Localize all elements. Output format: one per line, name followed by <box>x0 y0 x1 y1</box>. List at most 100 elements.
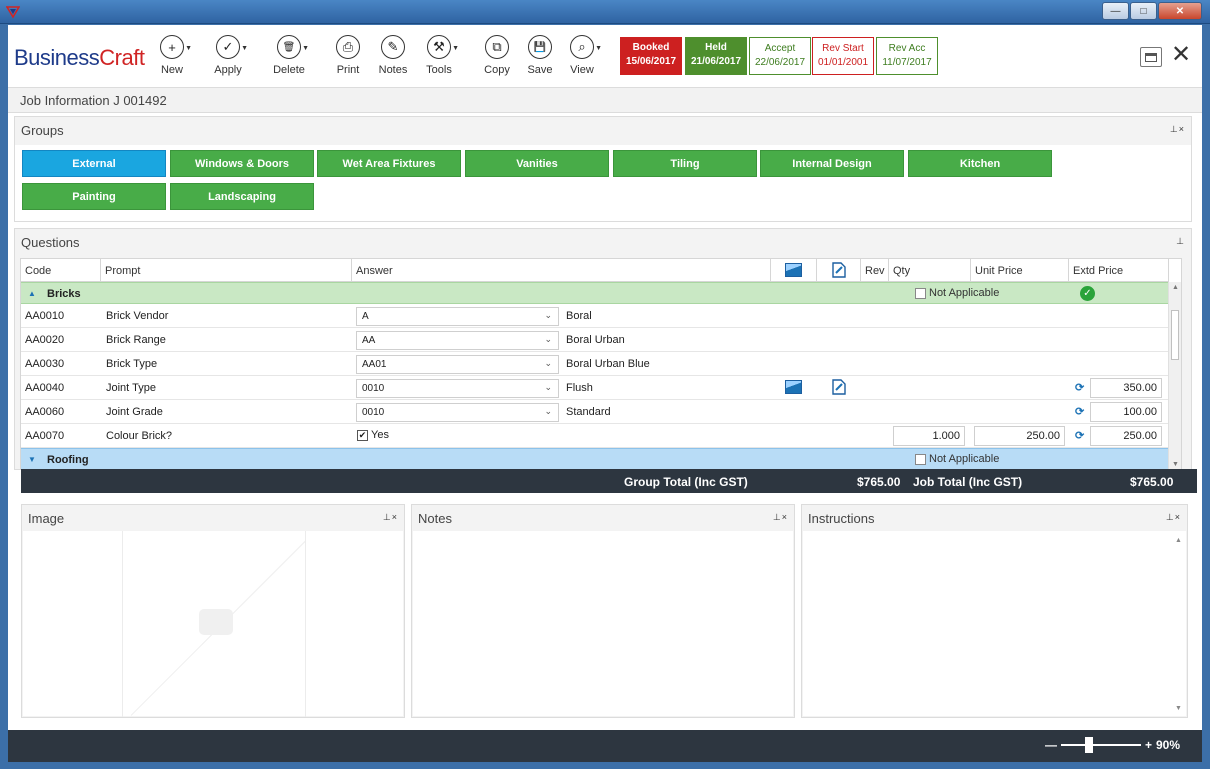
tools-button[interactable]: ⚒ ▼ Tools <box>417 35 461 76</box>
chevron-down-icon[interactable]: ▼ <box>452 45 459 52</box>
answer-select[interactable]: A ⌄ <box>356 307 559 326</box>
table-row[interactable]: AA0010 Brick Vendor A ⌄ Boral <box>21 304 1169 328</box>
instructions-panel-body: ▲ ▼ <box>803 531 1186 716</box>
unit-price-field[interactable]: 250.00 <box>974 426 1065 446</box>
status-booked[interactable]: Booked 15/06/2017 <box>620 37 682 75</box>
image-icon[interactable] <box>785 380 802 394</box>
checkbox[interactable] <box>915 453 926 465</box>
group-button-kitchen[interactable]: Kitchen <box>908 150 1052 177</box>
answer-select[interactable]: AA ⌄ <box>356 331 559 350</box>
calendar-view-button[interactable] <box>1140 47 1162 67</box>
minimize-button[interactable]: — <box>1102 2 1129 20</box>
app-logo-icon <box>6 6 20 19</box>
pin-icon[interactable]: ⊥ <box>1176 236 1185 247</box>
refresh-icon[interactable]: ⟳ <box>1075 381 1084 394</box>
answer-value: AA <box>362 335 376 346</box>
not-applicable-checkbox[interactable]: Not Applicable <box>915 287 999 299</box>
save-button[interactable]: 💾 Save <box>518 35 562 76</box>
copy-button[interactable]: ⧉ Copy <box>475 35 519 76</box>
delete-button[interactable]: 🗑 ▼ Delete <box>267 35 311 76</box>
apply-button[interactable]: ✓ ▼ Apply <box>206 35 250 76</box>
scroll-down-icon[interactable]: ▼ <box>1175 705 1182 712</box>
chevron-down-icon[interactable]: ▼ <box>595 45 602 52</box>
group-button-internal-design[interactable]: Internal Design <box>760 150 904 177</box>
status-accept[interactable]: Accept 22/06/2017 <box>749 37 811 75</box>
collapse-icon[interactable]: ▲ <box>28 289 36 298</box>
column-header-extd-price[interactable]: Extd Price <box>1069 259 1169 282</box>
not-applicable-checkbox[interactable]: Not Applicable <box>915 453 999 465</box>
scroll-up-icon[interactable]: ▲ <box>1175 537 1182 544</box>
scroll-up-icon[interactable]: ▲ <box>1172 284 1179 291</box>
pin-close-icon[interactable]: ⊥× <box>1170 124 1185 135</box>
refresh-icon[interactable]: ⟳ <box>1075 405 1084 418</box>
status-rev-start[interactable]: Rev Start 01/01/2001 <box>812 37 874 75</box>
expand-icon[interactable]: ▼ <box>28 455 36 464</box>
status-bar: — + 90% <box>8 730 1202 762</box>
notes-button[interactable]: ✎ Notes <box>371 35 415 76</box>
group-button-wet-area-fixtures[interactable]: Wet Area Fixtures <box>317 150 461 177</box>
group-button-tiling[interactable]: Tiling <box>613 150 757 177</box>
extd-price-field[interactable]: 350.00 <box>1090 378 1162 398</box>
answer-select[interactable]: 0010 ⌄ <box>356 403 559 422</box>
extd-price-field[interactable]: 100.00 <box>1090 402 1162 422</box>
maximize-button[interactable]: □ <box>1130 2 1157 20</box>
status-rev-start-date: 01/01/2001 <box>817 57 869 68</box>
group-button-landscaping[interactable]: Landscaping <box>170 183 314 210</box>
column-header-image[interactable] <box>771 259 817 282</box>
status-rev-acc[interactable]: Rev Acc 11/07/2017 <box>876 37 938 75</box>
close-icon[interactable]: ✕ <box>1171 43 1191 67</box>
window-close-button[interactable]: ✕ <box>1158 2 1202 20</box>
edit-document-icon[interactable] <box>831 379 847 395</box>
zoom-slider-handle[interactable] <box>1084 737 1093 753</box>
status-held[interactable]: Held 21/06/2017 <box>685 37 747 75</box>
table-row[interactable]: AA0020 Brick Range AA ⌄ Boral Urban <box>21 328 1169 352</box>
groups-header: Groups ⊥× <box>15 117 1191 145</box>
table-row[interactable]: AA0070 Colour Brick? ✔ Yes 1.000 250.00 ⟳… <box>21 424 1169 448</box>
view-button[interactable]: ⌕ ▼ View <box>560 35 604 76</box>
print-button[interactable]: ⎙ Print <box>326 35 370 76</box>
answer-select[interactable]: AA01 ⌄ <box>356 355 559 374</box>
notes-panel: Notes ⊥× <box>411 504 795 718</box>
refresh-icon[interactable]: ⟳ <box>1075 429 1084 442</box>
checkbox[interactable] <box>915 287 926 299</box>
pin-close-icon[interactable]: ⊥× <box>773 512 788 523</box>
extd-price-field[interactable]: 250.00 <box>1090 426 1162 446</box>
column-header-answer[interactable]: Answer <box>352 259 771 282</box>
answer-description: Boral Urban <box>566 334 625 346</box>
column-header-edit[interactable] <box>817 259 861 282</box>
table-row[interactable]: AA0040 Joint Type 0010 ⌄ Flush ⟳ 350.00 <box>21 376 1169 400</box>
table-row[interactable]: AA0030 Brick Type AA01 ⌄ Boral Urban Blue <box>21 352 1169 376</box>
group-button-painting[interactable]: Painting <box>22 183 166 210</box>
scroll-thumb[interactable] <box>1171 310 1179 360</box>
column-header-prompt[interactable]: Prompt <box>101 259 352 282</box>
pin-close-icon[interactable]: ⊥× <box>1166 512 1181 523</box>
group-total-label: Group Total (Inc GST) <box>624 475 748 489</box>
chevron-down-icon[interactable]: ▼ <box>241 45 248 52</box>
group-button-vanities[interactable]: Vanities <box>465 150 609 177</box>
window-titlebar: — □ ✕ <box>0 0 1210 24</box>
zoom-out-button[interactable]: — <box>1045 738 1057 752</box>
answer-select[interactable]: 0010 ⌄ <box>356 379 559 398</box>
column-header-rev[interactable]: Rev <box>861 259 889 282</box>
zoom-in-button[interactable]: + <box>1145 738 1152 752</box>
scroll-down-icon[interactable]: ▼ <box>1172 461 1179 468</box>
column-header-code[interactable]: Code <box>21 259 101 282</box>
answer-checkbox[interactable]: ✔ Yes <box>357 429 389 441</box>
instructions-scrollbar[interactable]: ▲ ▼ <box>1172 531 1186 716</box>
group-row-bricks[interactable]: ▲ Bricks Not Applicable ✓ <box>21 282 1169 304</box>
pin-close-icon[interactable]: ⊥× <box>383 512 398 523</box>
checked-checkbox[interactable]: ✔ <box>357 429 368 441</box>
zoom-slider[interactable] <box>1060 737 1141 753</box>
group-row-roofing[interactable]: ▼ Roofing Not Applicable <box>21 448 1169 469</box>
column-header-unit-price[interactable]: Unit Price <box>971 259 1069 282</box>
chevron-down-icon[interactable]: ▼ <box>302 45 309 52</box>
grid-scrollbar[interactable]: ▲ ▼ <box>1168 282 1181 469</box>
qty-field[interactable]: 1.000 <box>893 426 965 446</box>
table-row[interactable]: AA0060 Joint Grade 0010 ⌄ Standard ⟳ 100.… <box>21 400 1169 424</box>
group-button-external[interactable]: External <box>22 150 166 177</box>
new-button[interactable]: + ▼ New <box>150 35 194 76</box>
column-header-qty[interactable]: Qty <box>889 259 971 282</box>
chevron-down-icon[interactable]: ▼ <box>185 45 192 52</box>
group-button-windows-doors[interactable]: Windows & Doors <box>170 150 314 177</box>
notes-panel-body[interactable] <box>413 531 793 716</box>
